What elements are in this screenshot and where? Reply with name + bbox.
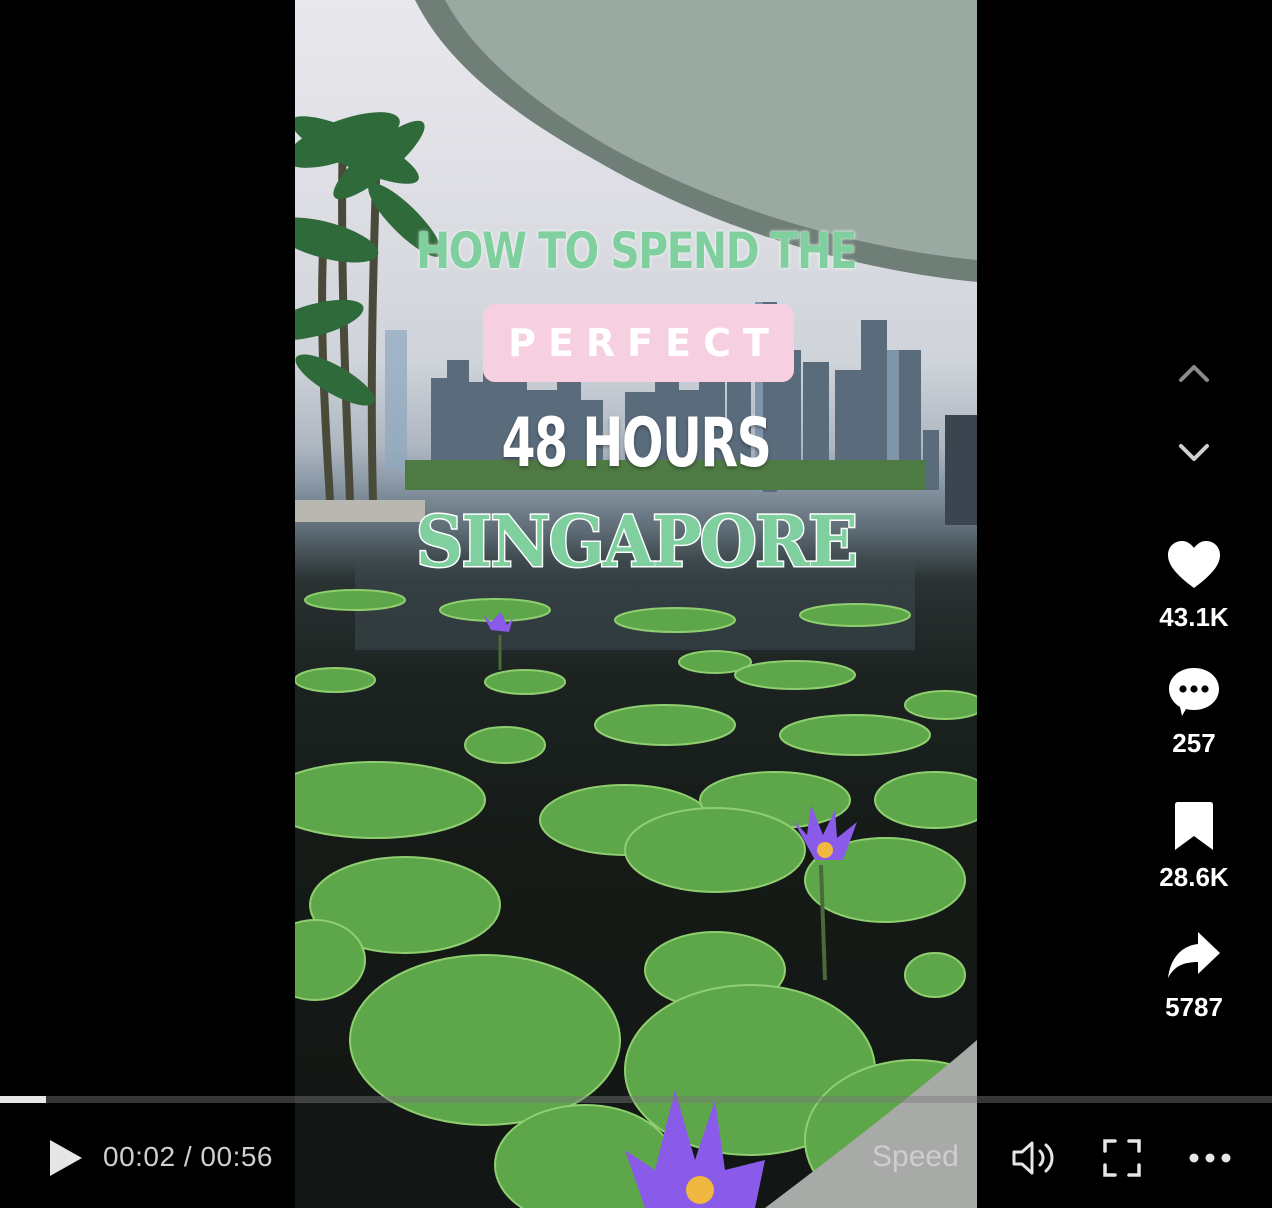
caption-line-4: SINGAPORE	[414, 499, 859, 585]
caption-line-3: 48 HOURS	[501, 404, 772, 483]
current-time: 00:02	[103, 1141, 176, 1172]
next-video-button[interactable]	[1172, 438, 1216, 468]
previous-video-button[interactable]	[1172, 358, 1216, 388]
progress-fill	[0, 1096, 46, 1103]
comment-count: 257	[1172, 728, 1216, 758]
caption-line-2: PERFECT	[483, 304, 794, 382]
comment-icon[interactable]	[1166, 664, 1222, 720]
play-button[interactable]	[44, 1136, 88, 1180]
museum-petal-underside	[445, 0, 977, 260]
bookmark-icon[interactable]	[1166, 798, 1222, 854]
like-count: 43.1K	[1159, 602, 1229, 632]
volume-icon	[1012, 1141, 1054, 1175]
play-icon	[50, 1140, 82, 1176]
comment-action: 257	[1148, 664, 1240, 759]
heart-icon[interactable]	[1166, 538, 1222, 594]
video-player-page: HOW TO SPEND THE PERFECT 48 HOURS SINGAP…	[0, 0, 1272, 1208]
speed-button[interactable]: Speed	[872, 1140, 959, 1174]
time-display: 00:02 / 00:56	[103, 1141, 273, 1173]
chevron-up-icon	[1179, 365, 1209, 382]
progress-bar[interactable]	[0, 1096, 1272, 1103]
volume-button[interactable]	[1010, 1136, 1060, 1180]
save-count: 28.6K	[1159, 862, 1229, 892]
lily-pads	[295, 589, 977, 1208]
time-separator: /	[175, 1141, 201, 1172]
save-action: 28.6K	[1148, 798, 1240, 893]
share-icon[interactable]	[1166, 928, 1222, 984]
chevron-down-icon	[1179, 444, 1209, 461]
duration: 00:56	[200, 1141, 273, 1172]
more-icon	[1189, 1153, 1231, 1163]
like-action: 43.1K	[1148, 538, 1240, 633]
more-options-button[interactable]	[1188, 1148, 1232, 1168]
fullscreen-icon	[1103, 1139, 1141, 1177]
video-scene	[295, 0, 977, 1208]
share-action: 5787	[1148, 928, 1240, 1023]
fullscreen-button[interactable]	[1102, 1138, 1142, 1178]
caption-line-1: HOW TO SPEND THE	[415, 222, 858, 280]
share-count: 5787	[1165, 992, 1223, 1022]
video-frame[interactable]: HOW TO SPEND THE PERFECT 48 HOURS SINGAP…	[295, 0, 977, 1208]
